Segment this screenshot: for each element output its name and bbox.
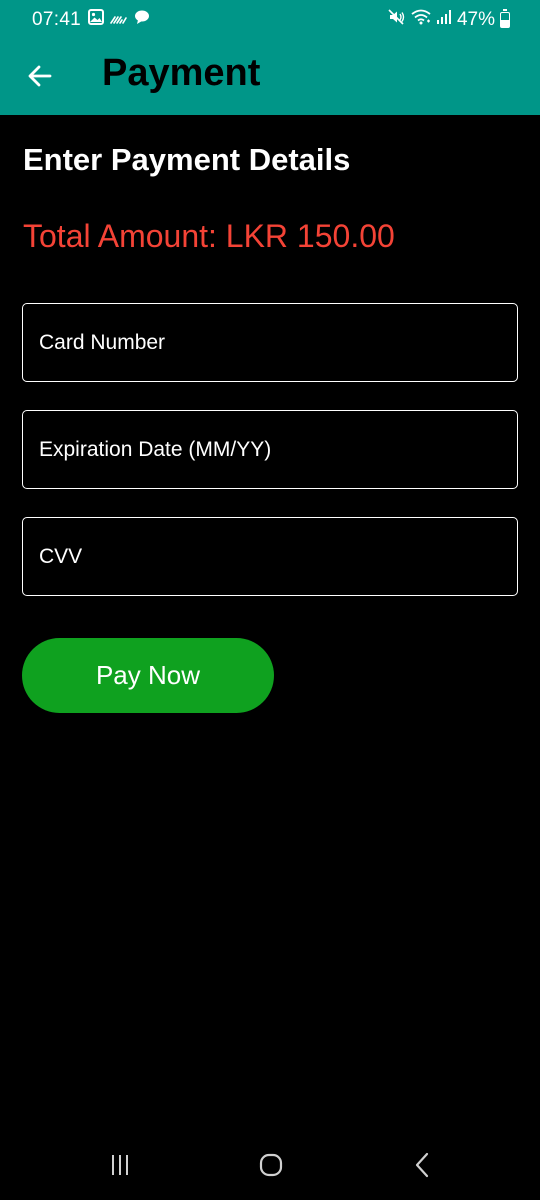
chat-bubble-icon (134, 9, 150, 31)
battery-icon (500, 9, 510, 28)
home-button[interactable] (251, 1150, 291, 1180)
status-time: 07:41 (32, 9, 82, 30)
recent-apps-icon (112, 1155, 128, 1175)
back-button[interactable] (20, 56, 60, 96)
wifi-icon (411, 9, 431, 31)
battery-percent: 47% (456, 9, 495, 30)
status-notification-icons (88, 9, 150, 31)
card-number-field[interactable] (22, 303, 518, 382)
back-arrow-icon (28, 65, 52, 87)
recent-apps-button[interactable] (100, 1150, 140, 1180)
status-system-icons: 47% (388, 9, 510, 31)
app-bar: 07:41 47% Payment (0, 0, 540, 115)
battery-level (501, 20, 509, 27)
card-number-input[interactable] (39, 304, 499, 381)
nav-back-button[interactable] (403, 1150, 443, 1180)
status-bar: 07:41 47% (0, 0, 540, 40)
page-title: Payment (102, 52, 261, 94)
cvv-input[interactable] (39, 518, 499, 595)
image-icon (88, 9, 104, 31)
expiration-date-field[interactable] (22, 410, 518, 489)
pay-now-button[interactable]: Pay Now (22, 638, 274, 713)
signal-icon (436, 9, 452, 31)
cvv-field[interactable] (22, 517, 518, 596)
mute-icon (388, 9, 406, 31)
total-amount: Total Amount: LKR 150.00 (23, 218, 395, 254)
section-heading: Enter Payment Details (23, 142, 351, 177)
expiration-date-input[interactable] (39, 411, 499, 488)
home-icon (259, 1153, 283, 1177)
back-icon (415, 1152, 429, 1178)
system-nav-bar (0, 1130, 540, 1200)
wave-icon (110, 9, 128, 31)
